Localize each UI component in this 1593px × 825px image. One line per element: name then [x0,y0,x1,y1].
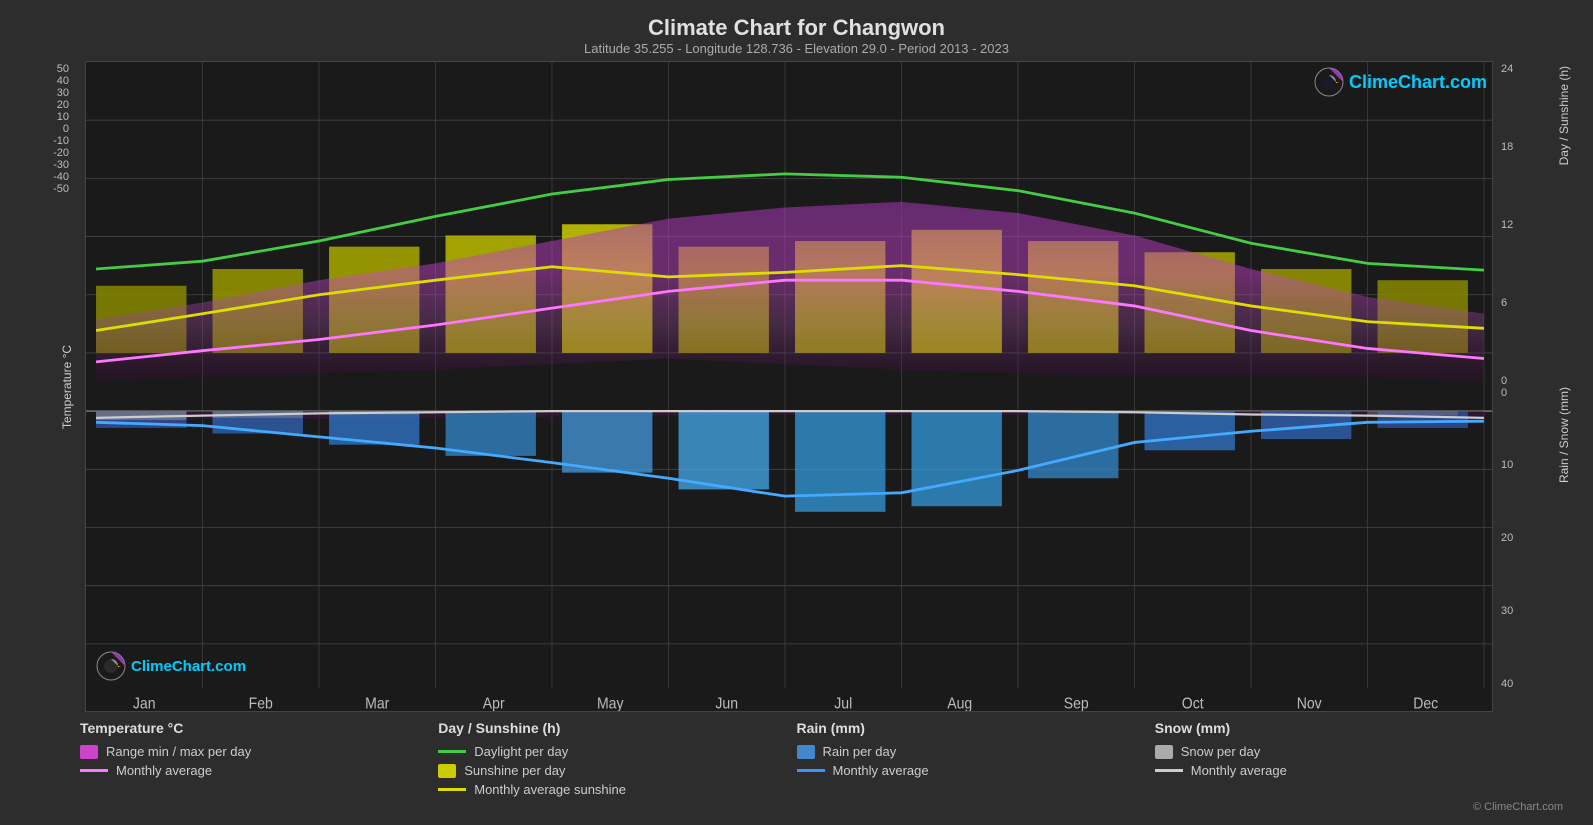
chart-inner: Jan Feb Mar Apr May Jun Jul Aug Sep Oct … [85,61,1493,712]
snow-avg-line [1155,769,1183,772]
legend-title-snow: Snow (mm) [1155,720,1513,736]
svg-text:Nov: Nov [1297,696,1323,711]
logo-text-bottom: ClimeChart.com [131,658,246,675]
rain-avg-line [797,769,825,772]
svg-text:Sep: Sep [1064,696,1089,711]
legend-item-rain-avg: Monthly average [797,763,1155,778]
y-axis-right-top-label: Day / Sunshine (h) [1557,66,1571,165]
legend-item-daylight: Daylight per day [438,744,796,759]
legend-area: Temperature °C Range min / max per day M… [20,712,1573,801]
logo-icon-bottom [96,651,126,681]
svg-text:May: May [597,696,624,711]
legend-label-snow: Snow per day [1181,744,1261,759]
svg-text:Mar: Mar [365,696,389,711]
logo-text-top: ClimeChart.com [1349,72,1487,93]
legend-item-temp-avg: Monthly average [80,763,438,778]
svg-text:Jun: Jun [715,696,738,711]
legend-label-sunshine-avg: Monthly average sunshine [474,782,626,797]
chart-area-wrapper: Temperature °C 50 40 30 20 10 0 -10 -20 … [20,61,1573,712]
sunshine-avg-line [438,788,466,791]
chart-svg: Jan Feb Mar Apr May Jun Jul Aug Sep Oct … [86,62,1492,711]
legend-item-snow-avg: Monthly average [1155,763,1513,778]
logo-icon-top [1314,67,1344,97]
legend-item-temp-range: Range min / max per day [80,744,438,759]
legend-label-snow-avg: Monthly average [1191,763,1287,778]
y-axis-left-label: Temperature °C [60,344,74,428]
legend-title-temperature: Temperature °C [80,720,438,736]
legend-label-sunshine: Sunshine per day [464,763,565,778]
legend-item-snow: Snow per day [1155,744,1513,759]
logo-bottomleft: ClimeChart.com [96,651,246,681]
legend-title-sunshine: Day / Sunshine (h) [438,720,796,736]
svg-text:Jan: Jan [133,696,156,711]
legend-col-temperature: Temperature °C Range min / max per day M… [80,720,438,797]
snow-swatch [1155,745,1173,759]
legend-col-sunshine: Day / Sunshine (h) Daylight per day Suns… [438,720,796,797]
legend-label-temp-range: Range min / max per day [106,744,251,759]
legend-item-sunshine: Sunshine per day [438,763,796,778]
y-axis-left: 50 40 30 20 10 0 -10 -20 -30 -40 -50 [20,61,75,217]
legend-label-rain: Rain per day [823,744,897,759]
svg-text:Aug: Aug [947,696,972,711]
svg-text:Dec: Dec [1413,696,1439,711]
daylight-line [438,750,466,753]
svg-text:Jul: Jul [834,696,852,711]
rain-swatch [797,745,815,759]
svg-text:Oct: Oct [1182,696,1205,711]
chart-subtitle: Latitude 35.255 - Longitude 128.736 - El… [20,41,1573,56]
legend-col-snow: Snow (mm) Snow per day Monthly average [1155,720,1513,797]
legend-title-rain: Rain (mm) [797,720,1155,736]
page-wrapper: Climate Chart for Changwon Latitude 35.2… [0,0,1593,825]
legend-label-rain-avg: Monthly average [833,763,929,778]
temp-range-swatch [80,745,98,759]
copyright: © ClimeChart.com [20,801,1573,815]
legend-item-rain: Rain per day [797,744,1155,759]
legend-item-sunshine-avg: Monthly average sunshine [438,782,796,797]
logo-topright: ClimeChart.com [1314,67,1487,97]
legend-label-temp-avg: Monthly average [116,763,212,778]
legend-label-daylight: Daylight per day [474,744,568,759]
sunshine-swatch [438,764,456,778]
y-axis-right-bottom-label: Rain / Snow (mm) [1557,387,1571,483]
temp-avg-line [80,769,108,772]
svg-text:Apr: Apr [483,696,505,711]
legend-col-rain: Rain (mm) Rain per day Monthly average [797,720,1155,797]
svg-text:Feb: Feb [249,696,273,711]
chart-title: Climate Chart for Changwon [20,15,1573,41]
